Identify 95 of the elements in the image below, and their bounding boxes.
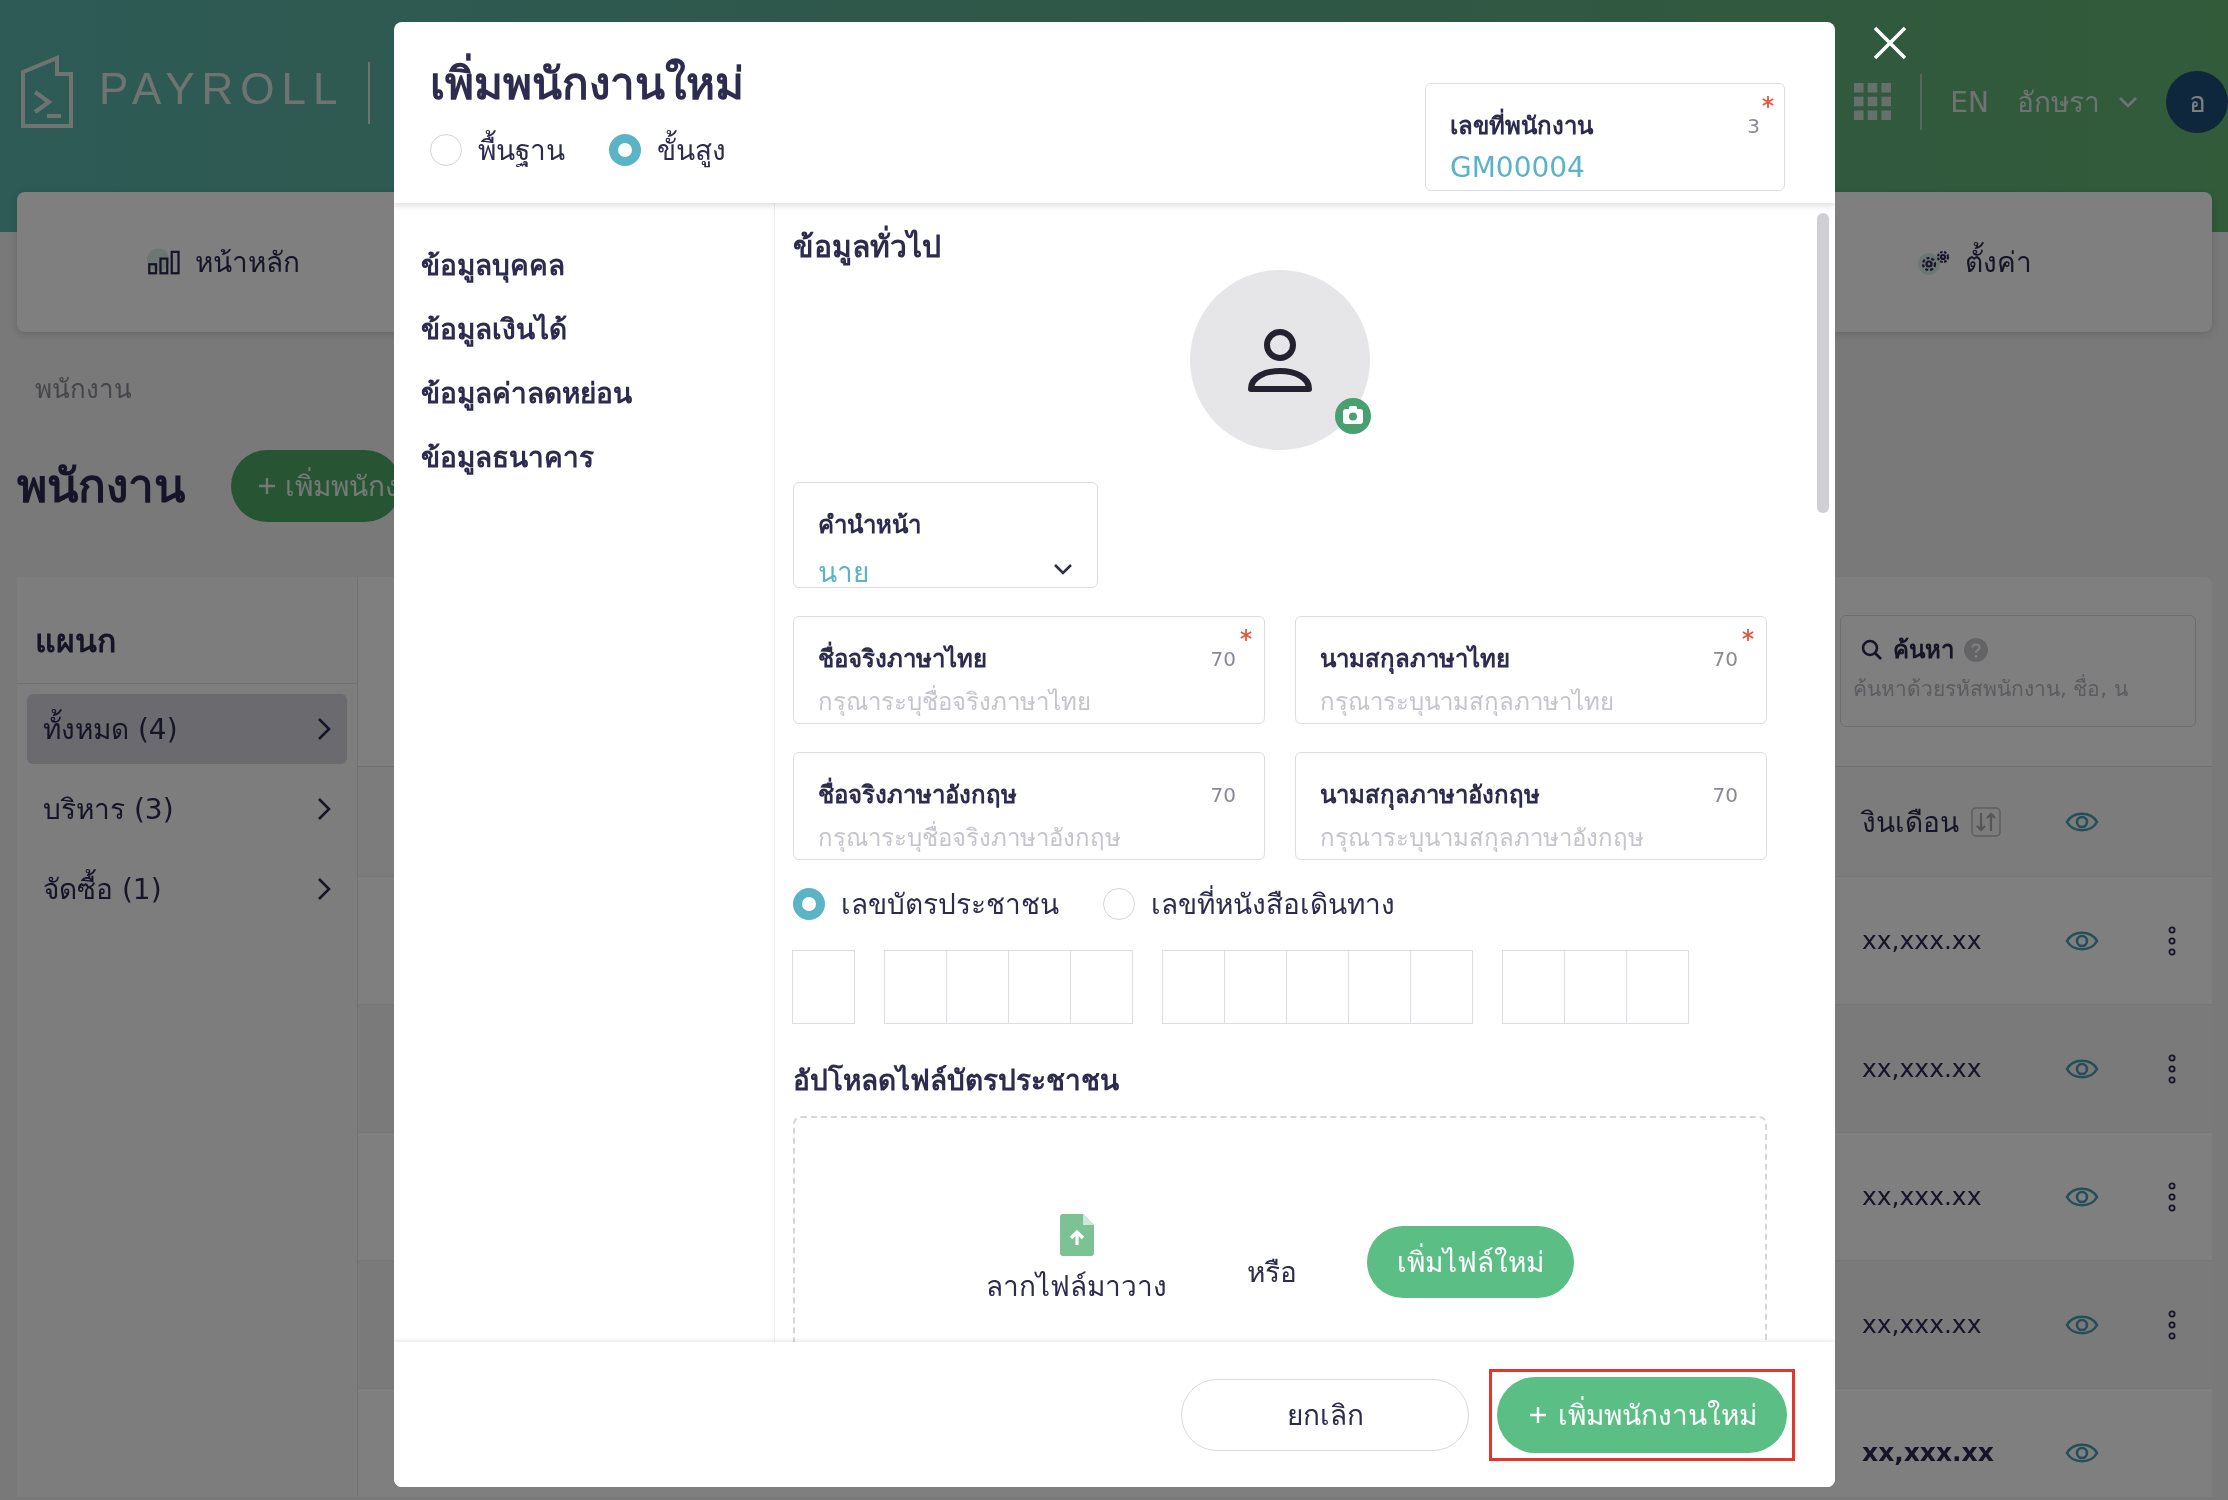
kebab-menu-icon[interactable] <box>2167 1053 2177 1084</box>
digit-input[interactable] <box>1348 950 1411 1024</box>
chevron-right-icon <box>317 717 331 741</box>
camera-icon[interactable] <box>1335 398 1371 434</box>
field-label: เลขที่พนักงาน <box>1450 106 1593 145</box>
chevron-down-icon <box>1053 563 1073 575</box>
plus-icon <box>257 475 277 496</box>
user-avatar[interactable]: อ <box>2166 71 2228 133</box>
search-label: ค้นหา <box>1893 635 1954 666</box>
digit-input[interactable] <box>1008 950 1071 1024</box>
scrollbar[interactable] <box>1817 213 1829 513</box>
cancel-button[interactable]: ยกเลิก <box>1181 1378 1469 1451</box>
text-field[interactable]: ชื่อจริงภาษาอังกฤษ 70 กรุณาระบุชื่อจริงภาษาอังกฤษ <box>793 752 1265 860</box>
field-value: นาย <box>818 555 869 591</box>
mode-radio-option[interactable]: พื้นฐาน <box>430 128 565 172</box>
text-field[interactable]: นามสกุลภาษาไทย 70 กรุณาระบุนามสกุลภาษาไทย <box>1295 616 1767 724</box>
logo-text: PAYROLL <box>99 64 345 114</box>
eye-icon[interactable] <box>2065 809 2099 834</box>
department-title: แผนก <box>17 577 357 684</box>
digit-input[interactable] <box>792 950 855 1024</box>
digit-input[interactable] <box>1162 950 1225 1024</box>
search-icon <box>1861 638 1883 661</box>
eye-icon[interactable] <box>2065 1184 2099 1209</box>
nav-link[interactable]: หน้าหลัก <box>147 240 300 284</box>
table-cell-text: xx,xxx.xx <box>1862 926 1983 955</box>
kebab-menu-icon[interactable] <box>2167 1181 2177 1212</box>
character-counter: 70 <box>1210 782 1236 807</box>
table-cell-text: xx,xxx.xx <box>1862 1310 1983 1339</box>
eye-icon[interactable] <box>2065 1440 2099 1465</box>
dialog-title: เพิ่มพนักงานใหม่ <box>430 48 744 118</box>
close-icon[interactable] <box>1872 25 1908 61</box>
section-link[interactable]: ข้อมูลเงินได้ <box>421 307 774 351</box>
id-type-radio-option[interactable]: เลขบัตรประชาชน <box>793 882 1059 926</box>
character-counter: 70 <box>1712 646 1738 671</box>
eye-icon[interactable] <box>2065 928 2099 953</box>
section-link[interactable]: ข้อมูลธนาคาร <box>421 435 774 479</box>
page-title: พนักงาน <box>17 458 185 515</box>
text-input[interactable]: กรุณาระบุชื่อจริงภาษาไทย <box>818 678 1240 716</box>
kebab-menu-icon[interactable] <box>2167 1309 2177 1340</box>
id-type-radio-option[interactable]: เลขที่หนังสือเดินทาง <box>1103 882 1395 926</box>
table-cell-text: xx,xxx.xx <box>1862 1438 1995 1467</box>
radio-icon[interactable] <box>1103 888 1135 920</box>
section-title: ข้อมูลทั่วไป <box>793 223 1835 270</box>
character-counter: 70 <box>1712 782 1738 807</box>
caret-icon[interactable] <box>2118 96 2138 108</box>
department-item[interactable]: บริหาร (3) <box>27 774 347 844</box>
digit-input[interactable] <box>1564 950 1627 1024</box>
section-link[interactable]: ข้อมูลค่าลดหย่อน <box>421 371 774 415</box>
drop-hint: ลากไฟล์มาวาง <box>986 1269 1167 1305</box>
character-counter: 3 <box>1747 113 1760 138</box>
field-label: คำนำหน้า <box>818 511 921 539</box>
digit-input[interactable] <box>1224 950 1287 1024</box>
text-field[interactable]: นามสกุลภาษาอังกฤษ 70 กรุณาระบุนามสกุลภาษาอังกฤษ <box>1295 752 1767 860</box>
upload-title: อัปโหลดไฟล์บัตรประชาชน <box>793 1063 1120 1099</box>
field-label: นามสกุลภาษาอังกฤษ <box>1320 780 1540 812</box>
digit-input[interactable] <box>1626 950 1689 1024</box>
department-item[interactable]: จัดซื้อ (1) <box>27 854 347 924</box>
field-value: GM00004 <box>1450 151 1585 184</box>
radio-icon[interactable] <box>609 134 641 166</box>
kebab-menu-icon[interactable] <box>2167 925 2177 956</box>
prefix-select[interactable]: คำนำหน้า นาย <box>793 482 1098 588</box>
help-icon[interactable] <box>1964 637 1988 662</box>
field-label: นามสกุลภาษาไทย <box>1320 644 1510 676</box>
field-label: ชื่อจริงภาษาอังกฤษ <box>818 775 1017 814</box>
digit-input[interactable] <box>1286 950 1349 1024</box>
app-grid-icon[interactable] <box>1854 83 1893 121</box>
digit-input[interactable] <box>884 950 947 1024</box>
field-label: ชื่อจริงภาษาไทย <box>818 639 987 678</box>
section-link[interactable]: ข้อมูลบุคคล <box>421 243 774 287</box>
text-input[interactable]: กรุณาระบุนามสกุลภาษาอังกฤษ <box>1320 814 1742 852</box>
chevron-right-icon <box>317 797 331 821</box>
bar-chart-icon <box>147 248 183 276</box>
text-field[interactable]: ชื่อจริงภาษาไทย 70 กรุณาระบุชื่อจริงภาษาไทย <box>793 616 1265 724</box>
or-text: หรือ <box>1247 1255 1297 1291</box>
mode-radio-option[interactable]: ขั้นสูง <box>609 128 726 172</box>
digit-input[interactable] <box>1502 950 1565 1024</box>
eye-icon[interactable] <box>2065 1056 2099 1081</box>
eye-icon[interactable] <box>2065 1312 2099 1337</box>
sort-icon[interactable] <box>1971 806 2001 837</box>
digit-input[interactable] <box>1410 950 1473 1024</box>
digit-input[interactable] <box>946 950 1009 1024</box>
digit-input[interactable] <box>1070 950 1133 1024</box>
nav-link[interactable]: ตั้งค่า <box>1917 240 2032 284</box>
character-counter: 70 <box>1210 646 1236 671</box>
table-cell-text: xx,xxx.xx <box>1862 1182 1983 1211</box>
chevron-right-icon <box>317 877 331 901</box>
plus-icon <box>1527 1404 1548 1425</box>
column-header: งินเดือน <box>1862 804 1959 841</box>
radio-icon[interactable] <box>430 134 462 166</box>
employee-number-field[interactable]: เลขที่พนักงาน 3 GM00004 <box>1425 83 1785 191</box>
file-upload-icon <box>1059 1214 1094 1256</box>
text-input[interactable]: กรุณาระบุชื่อจริงภาษาอังกฤษ <box>818 814 1240 852</box>
table-cell-text: xx,xxx.xx <box>1862 1054 1983 1083</box>
radio-icon[interactable] <box>793 888 825 920</box>
text-input[interactable]: กรุณาระบุนามสกุลภาษาไทย <box>1320 678 1742 716</box>
